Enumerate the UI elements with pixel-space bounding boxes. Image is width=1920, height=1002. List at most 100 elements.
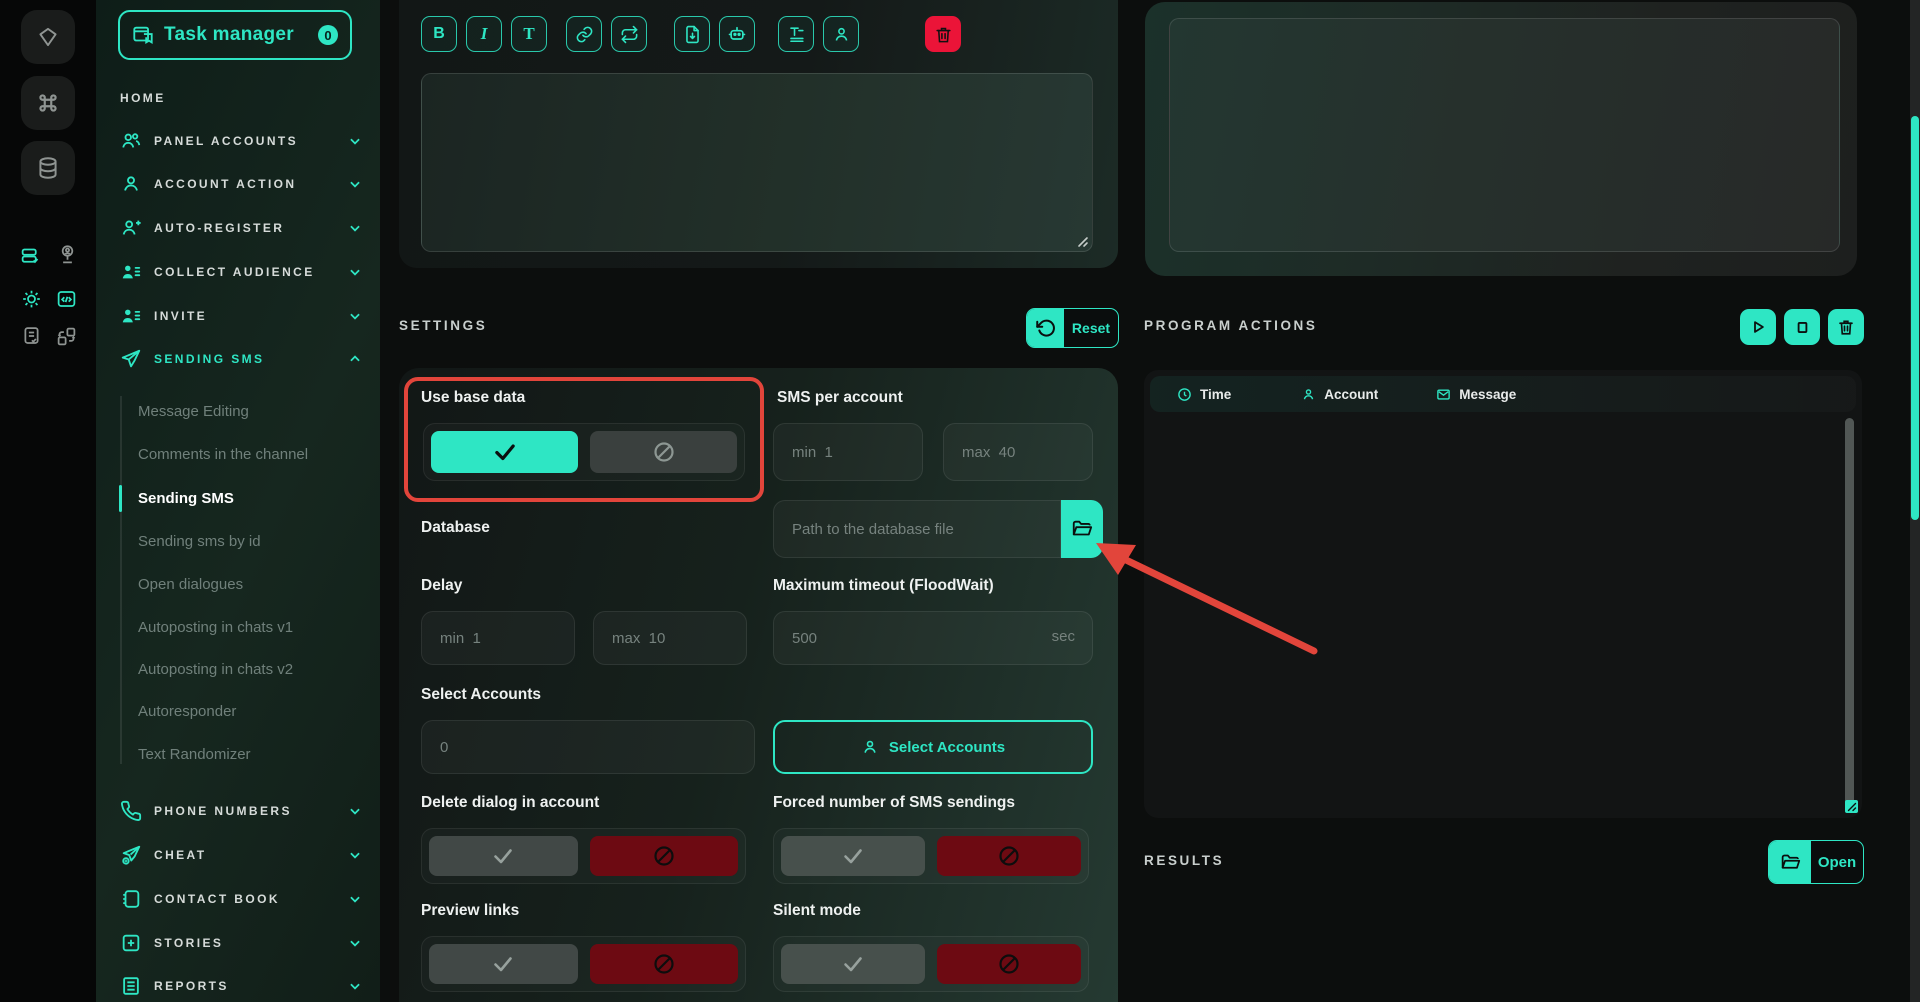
check-icon [841, 952, 865, 976]
submenu-item-sending-sms[interactable]: Sending SMS [138, 486, 234, 510]
delay-max-input[interactable] [593, 611, 747, 665]
sidebar-item-collect-audience[interactable]: COLLECT AUDIENCE [120, 259, 362, 285]
sms-per-account-min-input[interactable] [773, 423, 923, 481]
delete-dialog-enable[interactable] [429, 836, 578, 876]
column-account[interactable]: Account [1301, 387, 1378, 402]
delay-label: Delay [421, 577, 462, 595]
preview-links-disable[interactable] [590, 944, 739, 984]
forced-sms-enable[interactable] [781, 836, 925, 876]
sidebar-item-invite[interactable]: INVITE [120, 303, 362, 329]
ban-icon [652, 952, 676, 976]
table-resize-grip[interactable] [1845, 800, 1858, 813]
timeout-unit: sec [1052, 628, 1075, 645]
column-time[interactable]: Time [1177, 387, 1231, 402]
preview-links-label: Preview links [421, 902, 519, 920]
chevron-down-icon [348, 936, 362, 950]
submenu-guide-line [120, 396, 122, 764]
link-button[interactable] [566, 16, 602, 52]
reset-button[interactable]: Reset [1026, 308, 1119, 348]
robot-button[interactable] [719, 16, 755, 52]
silent-mode-enable[interactable] [781, 944, 925, 984]
log-preview-area-wrap [1169, 18, 1840, 252]
icon-rail [0, 0, 96, 1002]
task-manager-icon [132, 24, 154, 46]
preview-links-enable[interactable] [429, 944, 578, 984]
forced-sms-disable[interactable] [937, 836, 1081, 876]
column-message[interactable]: Message [1436, 387, 1516, 402]
chevron-up-icon [348, 352, 362, 366]
webcam-user-icon[interactable] [57, 244, 78, 265]
user-list-icon [120, 261, 142, 283]
resize-grip-icon[interactable] [1075, 234, 1089, 248]
gear-icon[interactable] [21, 288, 42, 309]
repeat-button[interactable] [611, 16, 647, 52]
task-manager-button[interactable]: Task manager 0 [118, 10, 352, 60]
sms-per-account-label: SMS per account [777, 389, 903, 407]
submenu-item-text-randomizer[interactable]: Text Randomizer [138, 742, 251, 766]
submenu-item-autoresponder[interactable]: Autoresponder [138, 699, 236, 723]
start-button[interactable] [1740, 309, 1776, 345]
file-insert-button[interactable] [674, 16, 710, 52]
clear-actions-button[interactable] [1828, 309, 1864, 345]
submenu-item-comments-in-channel[interactable]: Comments in the channel [138, 442, 308, 466]
stop-button[interactable] [1784, 309, 1820, 345]
delay-min-input[interactable] [421, 611, 575, 665]
server-check-icon[interactable] [20, 246, 41, 267]
delete-message-button[interactable] [925, 16, 961, 52]
chevron-down-icon [348, 265, 362, 279]
plane-gear-icon [120, 844, 142, 866]
sidebar-item-phone-numbers[interactable]: PHONE NUMBERS [120, 798, 362, 824]
database-path-input[interactable] [773, 500, 1061, 558]
trash-icon [1837, 318, 1855, 336]
sidebar-item-stories[interactable]: STORIES [120, 930, 362, 956]
play-icon [1749, 318, 1767, 336]
silent-mode-disable[interactable] [937, 944, 1081, 984]
submenu-item-sending-sms-by-id[interactable]: Sending sms by id [138, 529, 261, 553]
submenu-item-open-dialogues[interactable]: Open dialogues [138, 572, 243, 596]
check-icon [491, 952, 515, 976]
bold-button[interactable]: B [421, 16, 457, 52]
sidebar-item-panel-accounts[interactable]: PANEL ACCOUNTS [120, 128, 362, 154]
user-button[interactable] [823, 16, 859, 52]
open-results-button[interactable]: Open [1768, 840, 1864, 884]
stop-icon [1794, 319, 1811, 336]
delete-dialog-toggle [421, 828, 746, 884]
settings-title: SETTINGS [399, 318, 487, 333]
sidebar-item-auto-register[interactable]: AUTO-REGISTER [120, 215, 362, 241]
page-scrollbar-thumb[interactable] [1911, 116, 1919, 520]
submenu-item-autoposting-v2[interactable]: Autoposting in chats v2 [138, 657, 293, 681]
contact-book-icon [120, 888, 142, 910]
gem-icon[interactable] [21, 10, 75, 64]
clipboard-check-icon[interactable] [21, 325, 42, 346]
sms-per-account-max-input[interactable] [943, 423, 1093, 481]
text-style-button[interactable] [778, 16, 814, 52]
paper-plane-icon [120, 348, 142, 370]
database-icon[interactable] [21, 141, 75, 195]
user-icon [120, 173, 142, 195]
chevron-down-icon [348, 134, 362, 148]
log-preview-area[interactable] [1169, 18, 1840, 252]
submenu-item-autoposting-v1[interactable]: Autoposting in chats v1 [138, 615, 293, 639]
swap-icon[interactable] [56, 326, 77, 347]
sidebar-item-reports[interactable]: REPORTS [120, 973, 362, 999]
italic-button[interactable]: I [466, 16, 502, 52]
command-icon[interactable] [21, 76, 75, 130]
select-accounts-button[interactable]: Select Accounts [773, 720, 1093, 774]
timeout-input-wrap: sec [773, 611, 1093, 665]
code-window-icon[interactable] [56, 288, 77, 309]
sidebar-item-sending-sms[interactable]: SENDING SMS [120, 346, 362, 372]
accounts-count-input[interactable] [421, 720, 755, 774]
timeout-input[interactable] [773, 611, 1093, 665]
text-button[interactable]: T [511, 16, 547, 52]
ban-icon [997, 844, 1021, 868]
table-scrollbar[interactable] [1845, 418, 1854, 806]
delete-dialog-disable[interactable] [590, 836, 739, 876]
report-icon [120, 975, 142, 997]
sidebar-item-account-action[interactable]: ACCOUNT ACTION [120, 171, 362, 197]
chevron-down-icon [348, 848, 362, 862]
sidebar-item-cheat[interactable]: CHEAT [120, 842, 362, 868]
sidebar-item-contact-book[interactable]: CONTACT BOOK [120, 886, 362, 912]
sidebar-item-home[interactable]: HOME [120, 85, 362, 111]
message-text-area[interactable] [421, 73, 1093, 252]
submenu-item-message-editing[interactable]: Message Editing [138, 399, 249, 423]
